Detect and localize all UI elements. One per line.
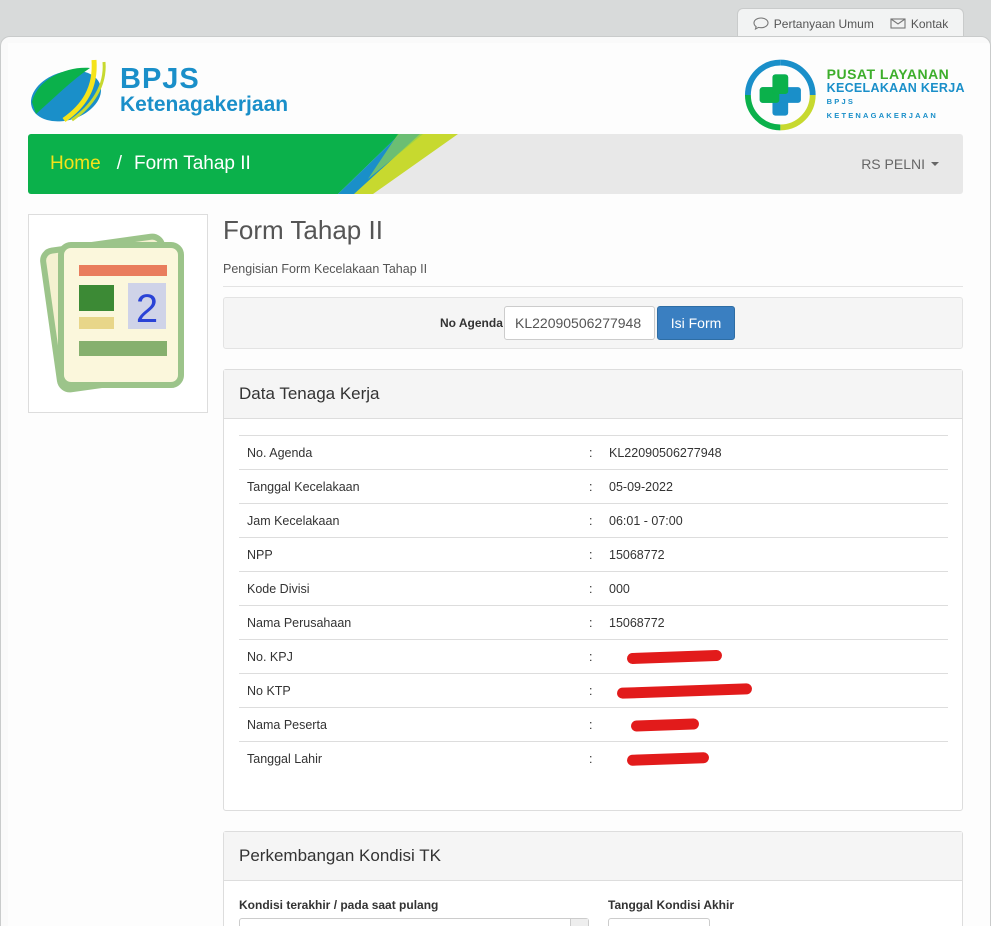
row-label: Jam Kecelakaan	[247, 513, 340, 528]
row-separator: :	[589, 445, 593, 460]
row-separator: :	[589, 615, 593, 630]
redaction-mark	[626, 649, 723, 664]
contact-label: Kontak	[910, 16, 949, 31]
table-row: Nama Peserta:	[239, 707, 948, 742]
row-value-text: 15068772	[609, 615, 665, 630]
kondisi-label: Kondisi terakhir / pada saat pulang	[239, 898, 439, 912]
tanggal-kondisi-input[interactable]	[608, 918, 710, 926]
thumb-number: 2	[136, 287, 158, 331]
row-separator: :	[589, 751, 593, 766]
row-separator: :	[589, 717, 593, 732]
row-value: 05-09-2022	[609, 470, 948, 504]
row-separator: :	[589, 649, 593, 664]
page-content: BPJS Ketenagakerjaan PUSAT LAYANAN KECEL…	[8, 43, 990, 926]
row-label: Kode Divisi	[247, 581, 310, 596]
breadcrumb: Home / Form Tahap II	[50, 134, 251, 194]
table-row: Nama Perusahaan: 15068772	[239, 605, 948, 640]
breadcrumb-home[interactable]: Home	[50, 153, 101, 175]
user-dropdown[interactable]: RS PELNI	[861, 134, 939, 194]
table-row: Tanggal Kecelakaan: 05-09-2022	[239, 469, 948, 504]
panel-heading: Data Tenaga Kerja	[224, 370, 962, 419]
row-value-text: 000	[609, 581, 630, 596]
row-label: NPP	[247, 547, 273, 562]
row-separator: :	[589, 581, 593, 596]
row-label: Nama Perusahaan	[247, 615, 352, 630]
row-value	[609, 742, 948, 776]
table-row: Kode Divisi: 000	[239, 571, 948, 606]
row-value-text: KL22090506277948	[609, 445, 722, 460]
row-value: 15068772	[609, 606, 948, 640]
bpjs-subwordmark: Ketenagakerjaan	[120, 93, 289, 116]
navbar: Home / Form Tahap II RS PELNI	[28, 134, 963, 194]
page-subtitle: Pengisian Form Kecelakaan Tahap II	[223, 262, 428, 276]
page-title: Form Tahap II	[223, 215, 383, 245]
agenda-label: No Agenda	[440, 316, 503, 330]
medical-cross-icon	[744, 59, 816, 131]
breadcrumb-separator: /	[116, 153, 122, 174]
row-value: 000	[609, 572, 948, 606]
row-separator: :	[589, 513, 593, 528]
caret-down-icon	[931, 162, 939, 166]
agenda-input[interactable]	[504, 306, 655, 340]
row-label: Tanggal Kecelakaan	[247, 479, 360, 494]
pusat-subtitle: KECELAKAAN KERJA	[826, 81, 965, 95]
row-value: 06:01 - 07:00	[609, 504, 948, 538]
row-label: No KTP	[247, 683, 291, 698]
bpjs-logo[interactable]: BPJS Ketenagakerjaan	[28, 56, 328, 126]
data-tenaga-kerja-panel: Data Tenaga Kerja No. Agenda: KL220905062…	[223, 369, 963, 811]
row-label: No. KPJ	[247, 649, 293, 664]
speech-bubble-icon	[753, 17, 769, 30]
redaction-mark	[630, 717, 700, 732]
row-value-text: 06:01 - 07:00	[609, 513, 683, 528]
contact-link[interactable]: Kontak	[890, 17, 948, 31]
envelope-icon	[890, 18, 906, 29]
row-value	[609, 640, 948, 674]
row-label: No. Agenda	[247, 445, 313, 460]
panel-heading: Perkembangan Kondisi TK	[224, 832, 962, 881]
pusat-layanan-logo: PUSAT LAYANAN KECELAKAAN KERJA BPJS KETE…	[744, 56, 968, 134]
table-row: NPP: 15068772	[239, 537, 948, 572]
row-separator: :	[589, 479, 593, 494]
row-value: 15068772	[609, 538, 948, 572]
row-value: KL22090506277948	[609, 436, 948, 470]
table-row: No. Agenda: KL22090506277948	[239, 435, 948, 470]
bpjs-leaf-icon	[30, 59, 106, 123]
row-value	[609, 674, 948, 708]
divider	[223, 286, 963, 287]
row-value	[609, 708, 948, 742]
bpjs-wordmark: BPJS	[120, 63, 200, 95]
row-label: Tanggal Lahir	[247, 751, 323, 766]
breadcrumb-current: Form Tahap II	[133, 153, 251, 174]
row-separator: :	[589, 683, 593, 698]
user-name: RS PELNI	[861, 156, 925, 172]
faq-link[interactable]: Pertanyaan Umum	[753, 17, 874, 31]
tanggal-kondisi-label: Tanggal Kondisi Akhir	[608, 898, 735, 912]
select-toggle[interactable]	[570, 919, 588, 926]
redaction-mark	[626, 751, 710, 766]
agenda-search-bar: No Agenda Isi Form	[223, 297, 963, 349]
utility-tab: Pertanyaan Umum Kontak	[737, 8, 964, 38]
row-value-text: 05-09-2022	[609, 479, 673, 494]
pusat-org: BPJS KETENAGAKERJAAN	[826, 97, 938, 120]
row-separator: :	[589, 547, 593, 562]
table-row: No KTP:	[239, 673, 948, 708]
row-label: Nama Peserta	[247, 717, 327, 732]
form-illustration: 2	[28, 214, 208, 413]
perkembangan-kondisi-panel: Perkembangan Kondisi TK Kondisi terakhir…	[223, 831, 963, 926]
faq-label: Pertanyaan Umum	[773, 16, 874, 31]
pusat-title: PUSAT LAYANAN	[826, 66, 950, 82]
data-table: No. Agenda: KL22090506277948 Tanggal Kecel…	[239, 435, 948, 776]
table-row: No. KPJ:	[239, 639, 948, 674]
row-value-text: 15068772	[609, 547, 665, 562]
isi-form-button[interactable]: Isi Form	[657, 306, 735, 340]
page-container: BPJS Ketenagakerjaan PUSAT LAYANAN KECEL…	[0, 36, 991, 926]
table-row: Tanggal Lahir:	[239, 741, 948, 776]
table-row: Jam Kecelakaan: 06:01 - 07:00	[239, 503, 948, 538]
redaction-mark	[616, 682, 753, 699]
kondisi-select[interactable]	[239, 918, 589, 926]
